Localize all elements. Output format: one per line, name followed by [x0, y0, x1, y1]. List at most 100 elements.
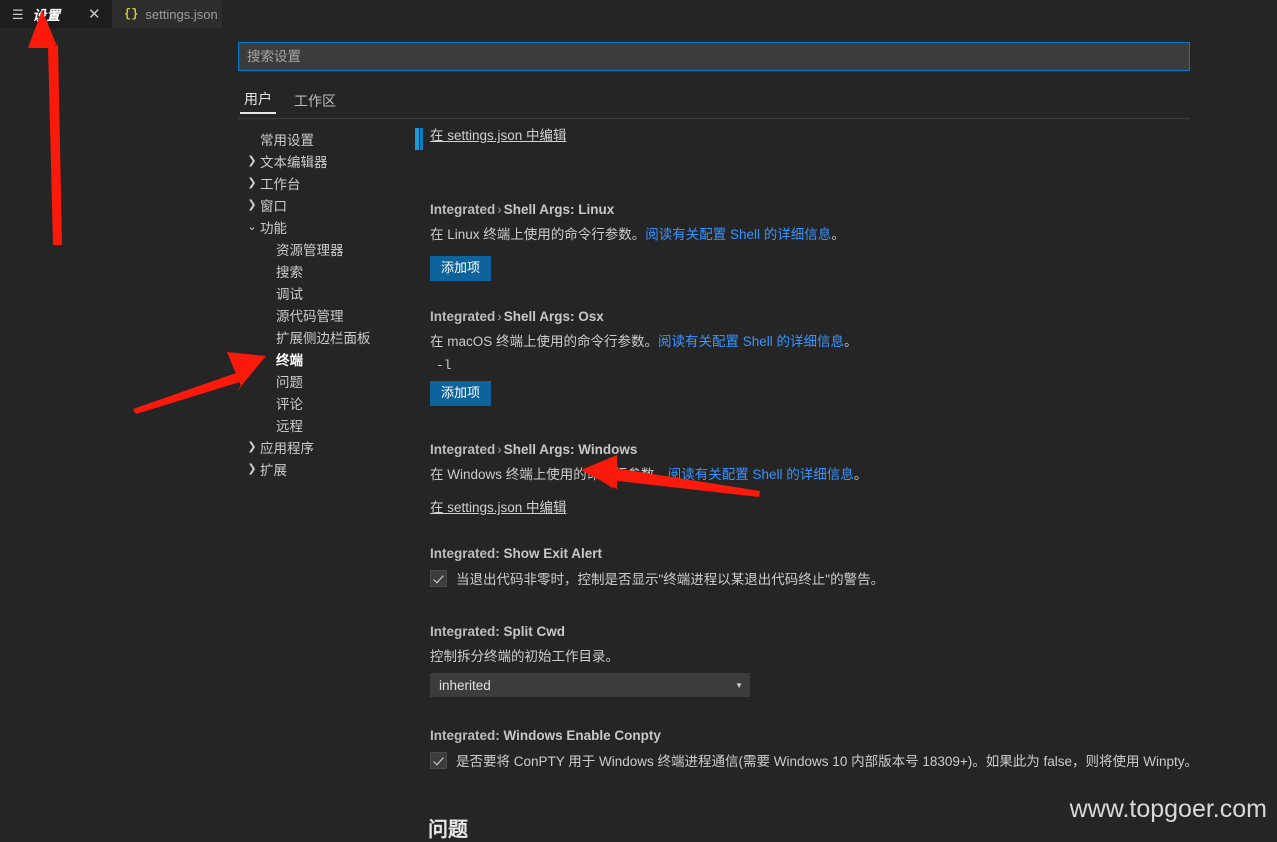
watermark: www.topgoer.com [1069, 795, 1267, 823]
tab-user[interactable]: 用户 [240, 92, 276, 114]
setting-name-prefix: Shell Args: [503, 442, 579, 457]
settings-editor: 用户 工作区 常用设置❯文本编辑器❯工作台❯窗口⌄功能资源管理器搜索调试源代码管… [0, 28, 1277, 841]
settings-tree-item-label: 窗口 [260, 199, 287, 214]
settings-tree-item-label: 资源管理器 [276, 243, 344, 258]
chevron-right-icon[interactable]: ❯ [244, 199, 260, 211]
setting-name-prefix: Shell Args: [503, 202, 579, 217]
setting-name: Osx [578, 309, 604, 324]
desc-tail: 。 [844, 334, 858, 349]
setting-name: Show Exit Alert [503, 546, 603, 561]
setting-title-show-exit-alert: Integrated: Show Exit Alert [430, 546, 1190, 561]
chevron-down-icon[interactable]: ⌄ [244, 221, 260, 233]
setting-title-shell-args-windows: Integrated › Shell Args: Windows [430, 442, 1190, 457]
settings-tree-item[interactable]: ❯ 文本编辑器 [238, 150, 418, 172]
settings-tree-item[interactable]: ❯ 应用程序 [238, 436, 418, 458]
settings-tree-item[interactable]: 搜索 [238, 260, 418, 282]
settings-tree: 常用设置 ❯ 文本编辑器 ❯ 工作台 ❯ 窗口 ⌄ 功能 资源管理器 搜索 调试 源代码管理 扩展侧边栏面… [238, 128, 418, 518]
setting-title-shell-args-osx: Integrated › Shell Args: Osx [430, 309, 1190, 324]
setting-category: Integrated [430, 202, 496, 217]
settings-tree-item[interactable]: ❯ 窗口 [238, 194, 418, 216]
settings-tree-item[interactable]: 终端 [238, 348, 418, 370]
json-braces-icon: {} [124, 7, 139, 21]
setting-description-split-cwd: 控制拆分终端的初始工作目录。 [430, 649, 619, 664]
settings-tree-item-label: 扩展侧边栏面板 [276, 331, 371, 346]
settings-tree-item[interactable]: 调试 [238, 282, 418, 304]
setting-windows-enable-conpty: Integrated: Windows Enable Conpty 是否要将 C… [420, 728, 1190, 770]
setting-category: Integrated [430, 309, 496, 324]
settings-tree-item-label: 搜索 [276, 265, 303, 280]
checkbox-label-show-exit-alert: 当退出代码非零时，控制是否显示"终端进程以某退出代码终止"的警告。 [456, 572, 885, 587]
chevron-right-icon[interactable]: ❯ [244, 155, 260, 167]
settings-tree-item[interactable]: 远程 [238, 414, 418, 436]
settings-content-pane: 在 settings.json 中编辑 Integrated › Shell Arg… [420, 128, 1190, 827]
settings-tree-item-label: 评论 [276, 397, 303, 412]
setting-separator: › [497, 442, 502, 457]
settings-tree-item[interactable]: ❯ 工作台 [238, 172, 418, 194]
setting-show-exit-alert: Integrated: Show Exit Alert 当退出代码非零时，控制是… [420, 546, 1190, 588]
settings-tree-scrollbar[interactable] [415, 128, 419, 150]
settings-tree-item-label: 应用程序 [260, 441, 314, 456]
settings-editor-tab[interactable]: ☰ 设置 ✕ [0, 0, 112, 28]
modified-indicator [420, 128, 423, 150]
add-item-button-linux[interactable]: 添加项 [430, 256, 492, 281]
settings-tree-item-label: 文本编辑器 [260, 155, 328, 170]
chevron-down-icon: ▼ [735, 680, 743, 690]
settings-scope-tabs: 用户 工作区 [240, 86, 340, 114]
list-item[interactable]: -l [430, 358, 1190, 373]
tab-workspace[interactable]: 工作区 [290, 94, 340, 114]
settings-json-tab-label: settings.json [145, 6, 218, 22]
hamburger-icon: ☰ [12, 6, 24, 22]
desc-tail: 。 [853, 467, 868, 482]
search-settings-row [238, 42, 1190, 71]
settings-tree-item[interactable]: ⌄ 功能 [238, 216, 418, 238]
setting-name: Windows Enable Conpty [503, 728, 661, 743]
add-item-button-osx[interactable]: 添加项 [430, 381, 492, 406]
settings-tree-item-label: 源代码管理 [276, 309, 344, 324]
settings-tree-item-label: 调试 [276, 287, 303, 302]
setting-shell-args-windows: Integrated › Shell Args: Windows 在 Windows… [420, 442, 1190, 516]
chevron-right-icon[interactable]: ❯ [244, 441, 260, 453]
close-icon[interactable]: ✕ [87, 7, 102, 22]
checkbox-windows-enable-conpty[interactable] [430, 751, 447, 769]
setting-shell-args-osx: Integrated › Shell Args: Osx 在 macOS 终端上使用… [420, 309, 1190, 406]
settings-tree-item-label: 工作台 [260, 177, 301, 192]
chevron-right-icon[interactable]: ❯ [244, 177, 260, 189]
search-input[interactable] [238, 42, 1190, 71]
shell-docs-link[interactable]: 阅读有关配置 Shell 的详细信息 [645, 227, 831, 242]
settings-tree-item[interactable]: 问题 [238, 370, 418, 392]
editor-tab-bar: ☰ 设置 ✕ {} settings.json [0, 0, 1277, 28]
split-cwd-selected-value: inherited [439, 677, 491, 693]
settings-tree-item[interactable]: ❯ 扩展 [238, 458, 418, 480]
setting-title-shell-args-linux: Integrated › Shell Args: Linux [430, 202, 1190, 217]
checkbox-row-windows-enable-conpty: 是否要将 ConPTY 用于 Windows 终端进程通信(需要 Windows… [430, 750, 1190, 770]
settings-tree-item-label: 功能 [260, 221, 287, 236]
settings-tree-item[interactable]: 常用设置 [238, 128, 418, 150]
desc-text: 在 macOS 终端上使用的命令行参数。 [430, 334, 659, 349]
checkbox-row-show-exit-alert: 当退出代码非零时，控制是否显示"终端进程以某退出代码终止"的警告。 [430, 568, 1190, 588]
chevron-right-icon[interactable]: ❯ [244, 463, 260, 475]
settings-tree-item[interactable]: 源代码管理 [238, 304, 418, 326]
setting-name: Linux [578, 202, 615, 217]
setting-title-windows-enable-conpty: Integrated: Windows Enable Conpty [430, 728, 1190, 743]
shell-docs-link[interactable]: 阅读有关配置 Shell 的详细信息 [658, 334, 844, 349]
setting-split-cwd: Integrated: Split Cwd 控制拆分终端的初始工作目录。 inh… [420, 624, 1190, 697]
settings-tree-item[interactable]: 扩展侧边栏面板 [238, 326, 418, 348]
setting-separator: › [497, 309, 502, 324]
checkbox-label-windows-enable-conpty: 是否要将 ConPTY 用于 Windows 终端进程通信(需要 Windows… [456, 754, 1190, 769]
section-heading-problems: 问题 [428, 819, 468, 841]
split-cwd-select[interactable]: inherited ▼ [430, 673, 750, 697]
settings-json-tab[interactable]: {} settings.json [112, 0, 222, 28]
shell-docs-link[interactable]: 阅读有关配置 Shell 的详细信息 [668, 467, 854, 482]
edit-in-settings-json-link-clipped[interactable]: 在 settings.json 中编辑 [430, 128, 1190, 144]
setting-category: Integrated: [430, 728, 500, 743]
settings-tree-item-label: 常用设置 [260, 133, 314, 148]
edit-in-settings-json-link[interactable]: 在 settings.json 中编辑 [430, 496, 1190, 516]
checkbox-show-exit-alert[interactable] [430, 569, 447, 587]
setting-description-shell-args-osx: 在 macOS 终端上使用的命令行参数。阅读有关配置 Shell 的详细信息。 [430, 330, 1190, 350]
settings-tree-item[interactable]: 评论 [238, 392, 418, 414]
settings-tree-item[interactable]: 资源管理器 [238, 238, 418, 260]
settings-tab-label: 设置 [32, 8, 61, 23]
setting-name: Windows [578, 442, 638, 457]
settings-tree-item-label: 终端 [276, 353, 303, 368]
settings-tree-item-label: 远程 [276, 419, 303, 434]
